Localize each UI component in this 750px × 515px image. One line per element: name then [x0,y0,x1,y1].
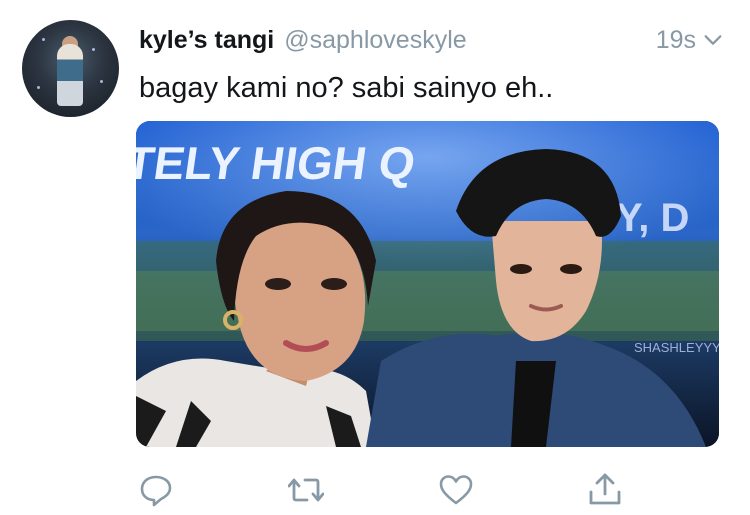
user-handle[interactable]: @saphloveskyle [284,26,466,55]
avatar-figure [57,44,83,106]
reply-icon[interactable] [138,472,174,508]
retweet-icon[interactable] [288,472,324,508]
chevron-down-icon[interactable] [702,29,724,51]
share-icon[interactable] [587,472,623,508]
tweet-photo[interactable]: TELY HIGH Q Y, D SHASHLEYYY [136,121,719,447]
tweet-text: bagay kami no? sabi sainyo eh.. [139,72,554,104]
tweet-actions [136,472,621,508]
avatar-sparkle [92,48,95,51]
banner-suffix: Y, D [616,196,689,240]
tweet-meta: 19s [656,26,724,55]
banner-text: TELY HIGH Q [136,137,419,189]
photo-illustration: TELY HIGH Q Y, D SHASHLEYYY [136,121,719,447]
watermark: SHASHLEYYY [634,340,719,355]
tweet-header: kyle’s tangi @saphloveskyle 19s [139,22,724,58]
avatar[interactable] [22,20,119,117]
display-name[interactable]: kyle’s tangi [139,26,274,55]
timestamp[interactable]: 19s [656,26,696,55]
avatar-sparkle [42,38,45,41]
avatar-sparkle [100,80,103,83]
avatar-sparkle [37,86,40,89]
heart-icon[interactable] [438,472,474,508]
